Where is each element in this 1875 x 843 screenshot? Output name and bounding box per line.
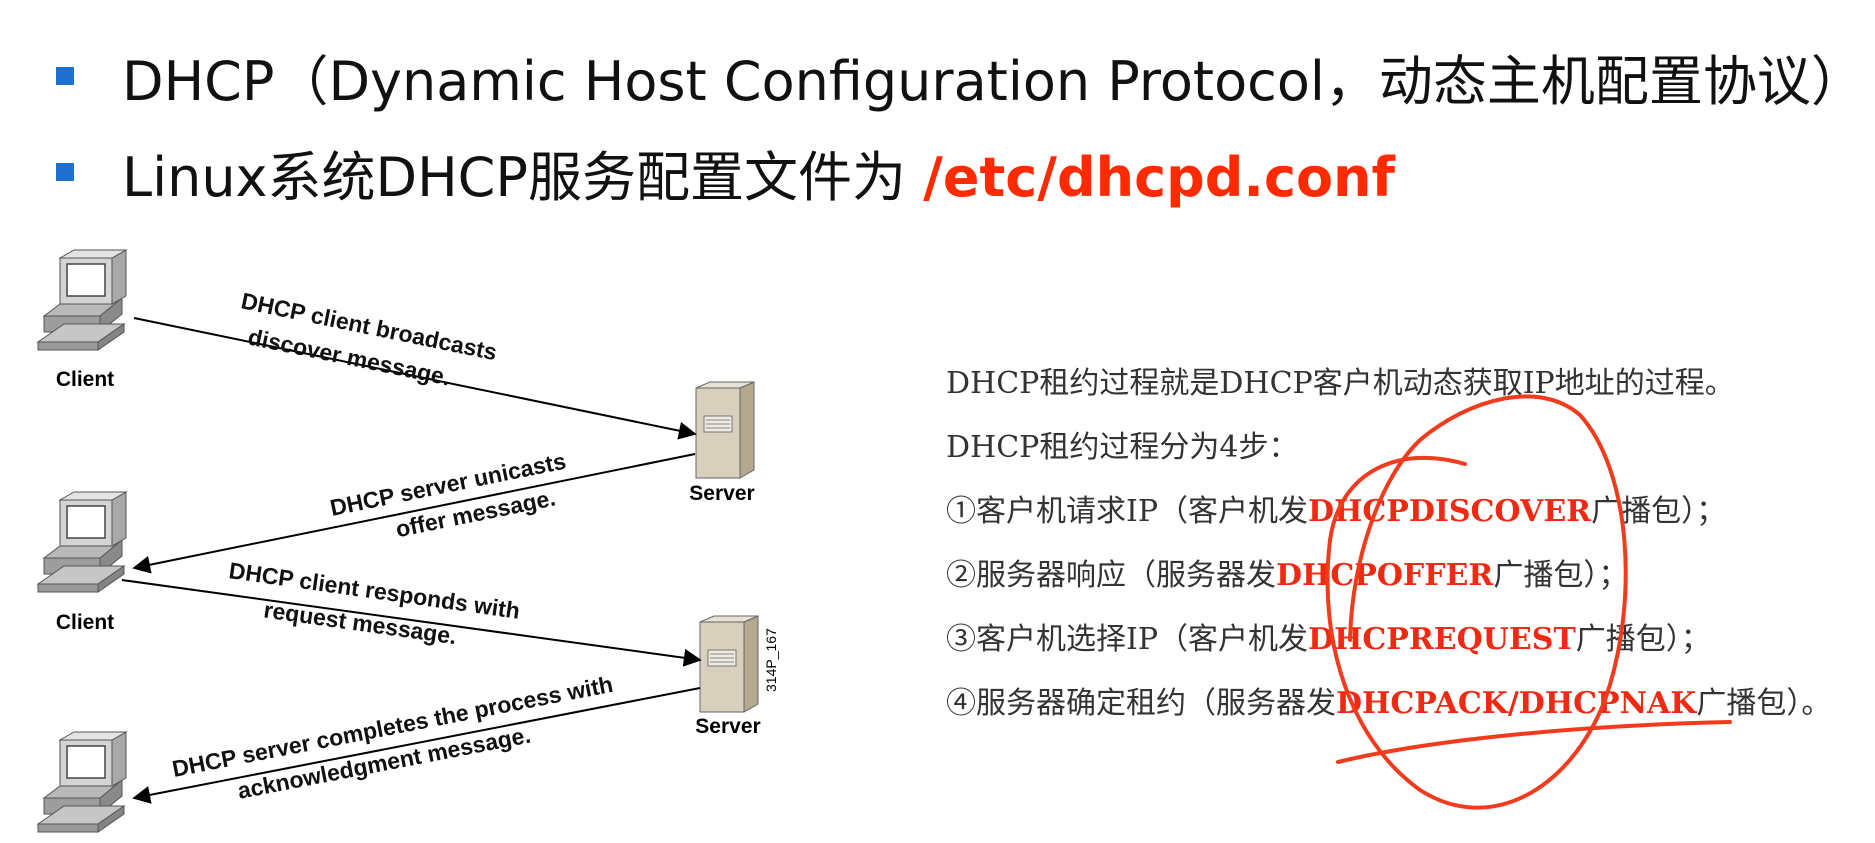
- client-label: Client: [56, 368, 114, 391]
- client-computer-icon: [37, 491, 127, 593]
- step-message: DHCPOFFER: [1276, 558, 1494, 593]
- bullet-text-2: Linux系统DHCP服务配置文件为 /etc/dhcpd.conf: [122, 133, 1395, 212]
- bullet-text-1: DHCP（Dynamic Host Configuration Protocol…: [122, 49, 1865, 113]
- step-post: 广播包）；: [1591, 494, 1727, 529]
- dhcp-exchange-diagram: Client Server Client Server 314P_167 DHC…: [37, 249, 779, 833]
- server-label: Server: [695, 715, 760, 738]
- server-icon: [695, 381, 755, 479]
- config-file-path: /etc/dhcpd.conf: [923, 145, 1395, 209]
- bullet-square-icon: [56, 163, 74, 181]
- bullet-square-icon: [56, 67, 74, 85]
- bullet-text-2-prefix: Linux系统DHCP服务配置文件为: [122, 145, 924, 209]
- step-post: 广播包）；: [1493, 558, 1629, 593]
- step-pre: ①客户机请求IP（客户机发: [946, 494, 1309, 529]
- figure-code: 314P_167: [763, 628, 779, 692]
- step-message: DHCPACK/DHCPNAK: [1336, 686, 1697, 721]
- server-label: Server: [689, 482, 754, 505]
- step-line-1: ①客户机请求IP（客户机发DHCPDISCOVER广播包）；: [946, 480, 1831, 544]
- step-pre: ②服务器响应（服务器发: [946, 558, 1276, 593]
- step-line-3: ③客户机选择IP（客户机发DHCPREQUEST广播包）；: [946, 608, 1831, 672]
- step-post: 广播包）。: [1696, 686, 1832, 721]
- step-line-4: ④服务器确定租约（服务器发DHCPACK/DHCPNAK广播包）。: [946, 672, 1831, 736]
- offer-arrow: [132, 453, 696, 574]
- step-line-2: ②服务器响应（服务器发DHCPOFFER广播包）；: [946, 544, 1831, 608]
- client-label: Client: [56, 611, 114, 634]
- step-pre: ④服务器确定租约（服务器发: [946, 686, 1336, 721]
- step-message: DHCPREQUEST: [1308, 622, 1576, 657]
- client-computer-icon: [37, 731, 127, 833]
- note-intro: DHCP租约过程就是DHCP客户机动态获取IP地址的过程。: [946, 366, 1735, 401]
- step-post: 广播包）；: [1575, 622, 1711, 657]
- lease-process-notes: DHCP租约过程就是DHCP客户机动态获取IP地址的过程。 DHCP租约过程分为…: [946, 352, 1831, 736]
- step-pre: ③客户机选择IP（客户机发: [946, 622, 1309, 657]
- note-steps-heading: DHCP租约过程分为4步：: [946, 430, 1299, 465]
- client-computer-icon: [37, 249, 127, 351]
- bullet-item-1: DHCP（Dynamic Host Configuration Protocol…: [56, 40, 1865, 113]
- step-message: DHCPDISCOVER: [1308, 494, 1592, 529]
- bullet-item-2: Linux系统DHCP服务配置文件为 /etc/dhcpd.conf: [56, 136, 1395, 209]
- server-icon: [699, 615, 759, 713]
